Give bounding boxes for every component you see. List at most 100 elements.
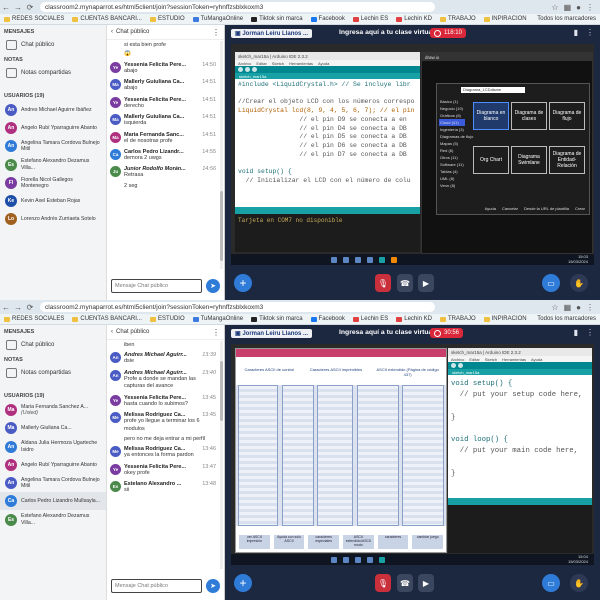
send-button[interactable]: ➤ [206, 579, 220, 593]
from-url-button[interactable]: Desde la URL de plantilla [524, 206, 569, 211]
ascii-link[interactable]: ASCII extendido/ASCII modo [343, 535, 374, 549]
user-item[interactable]: Ca Carlos Pedro Lizandro Mullsayla... [0, 492, 106, 511]
forward-icon[interactable]: → [12, 303, 24, 312]
back-icon[interactable]: ← [0, 303, 12, 312]
bookmark[interactable]: Facebook [310, 16, 345, 22]
menu-icon[interactable]: ⋮ [586, 3, 594, 12]
category-item[interactable]: Gráficos (8) [439, 112, 465, 119]
star-icon[interactable]: ☆ [551, 303, 558, 312]
bookmark[interactable]: Lechin ES [352, 16, 388, 22]
url-field[interactable]: classroom2.mynaparrot.es/html5client/joi… [40, 2, 435, 12]
connection-icon[interactable]: ▮ [574, 28, 578, 37]
public-chat-item[interactable]: Chat público [0, 37, 106, 53]
user-item[interactable]: Ke Kevin Axel Esteban Rojas [0, 192, 106, 210]
user-item[interactable]: Es Estefano Alexandro Dezamus Villa... [0, 510, 106, 528]
file-name-input[interactable]: Diagrama_LCDdisme [461, 87, 525, 93]
bookmark[interactable]: INPIRACION [483, 16, 527, 22]
user-item[interactable]: An Angelo Rubí Yparraguirre Abanto [0, 119, 106, 137]
category-item[interactable]: UML (8) [439, 175, 465, 182]
reload-icon[interactable]: ⟳ [24, 3, 36, 12]
ascii-link[interactable]: Ayuda con solo ASCII [273, 535, 305, 549]
bookmark[interactable]: ESTUDIO [149, 316, 185, 322]
camera-button[interactable]: ▶ [418, 274, 434, 292]
template-class[interactable]: Diagrama de clases [511, 102, 547, 130]
user-item[interactable]: An Andres Michael Aguirre Ibáñez [0, 101, 106, 119]
category-item[interactable]: Otros (11) [439, 154, 465, 161]
category-item[interactable]: Tablas (4) [439, 168, 465, 175]
bookmark[interactable]: Tiktok sin marca [251, 316, 303, 322]
bookmark[interactable]: Lechin KD [396, 16, 432, 22]
camera-button[interactable]: ▶ [418, 574, 434, 592]
bookmark[interactable]: TuMangaOnline [192, 316, 243, 322]
user-item[interactable]: Fl Fiorella Nicol Gallegos Montenegro [0, 174, 106, 192]
forward-icon[interactable]: → [12, 3, 24, 12]
cancel-button[interactable]: Cancelar [502, 206, 518, 211]
user-item[interactable]: Lo Lorenzo Andrés Zurriaeta Sotelo [0, 210, 106, 228]
recording-indicator[interactable]: 30:56 [430, 328, 464, 338]
bookmark[interactable]: REDES SOCIALES [4, 16, 64, 22]
shared-notes-item[interactable]: Notas compartidas [0, 65, 106, 81]
presentation-button[interactable]: ▭ [542, 274, 560, 292]
bookmark[interactable]: REDES SOCIALES [4, 316, 64, 322]
category-item[interactable]: Mapas (5) [439, 140, 465, 147]
send-button[interactable]: ➤ [206, 279, 220, 293]
chat-input[interactable]: Mensaje Chat público [111, 279, 202, 293]
presentation-button[interactable]: ▭ [542, 574, 560, 592]
user-item[interactable]: Ma Maria Fernanda Sanchez A... (Usted) [0, 401, 106, 419]
bookmark[interactable]: Tiktok sin marca [251, 16, 303, 22]
extensions-icon[interactable]: ▦ [564, 303, 572, 312]
mute-button[interactable]: 🎙 [375, 274, 391, 292]
template-er[interactable]: Diagrama de Entidad-Relación [549, 146, 585, 174]
hide-chat-icon[interactable]: ‹ [111, 329, 113, 335]
bookmark[interactable]: CUENTAS BANCARI... [72, 16, 142, 22]
options-icon[interactable]: ⋮ [586, 328, 594, 337]
profile-icon[interactable]: ● [576, 3, 581, 12]
create-button[interactable]: Crear [575, 206, 585, 211]
user-item[interactable]: Es Estefano Alexandro Dezamus Villa... [0, 155, 106, 173]
bookmark[interactable]: ESTUDIO [149, 16, 185, 22]
category-item[interactable]: Red (6) [439, 147, 465, 154]
template-flow[interactable]: Diagrama de flujo [549, 102, 585, 130]
ascii-link[interactable]: cambiar juego [412, 535, 444, 549]
connection-icon[interactable]: ▮ [574, 328, 578, 337]
user-item[interactable]: Ma Mallerly Giuliana Ca... [0, 419, 106, 437]
extensions-icon[interactable]: ▦ [564, 3, 572, 12]
chat-scrollbar[interactable] [220, 341, 223, 569]
scroll-thumb[interactable] [220, 361, 223, 421]
back-icon[interactable]: ← [0, 3, 12, 12]
bookmark[interactable]: Lechin KD [396, 316, 432, 322]
actions-button[interactable]: + [234, 274, 252, 292]
user-item[interactable]: An Aldana Julia Hermoza Ugarteche Isidro [0, 437, 106, 455]
user-item[interactable]: An Angelina Tamara Cordova Bulnejo Mitil [0, 474, 106, 492]
ascii-link[interactable]: ver ASCII impresión [239, 535, 270, 549]
actions-button[interactable]: + [234, 574, 252, 592]
shared-notes-item[interactable]: Notas compartidas [0, 365, 106, 381]
reload-icon[interactable]: ⟳ [24, 303, 36, 312]
category-item[interactable]: Negocio (19) [439, 105, 465, 112]
more-options-icon[interactable]: ⋮ [212, 328, 220, 337]
bookmark[interactable]: CUENTAS BANCARI... [72, 316, 142, 322]
recording-indicator[interactable]: 118:10 [430, 28, 466, 38]
all-bookmarks[interactable]: Todos los marcadores [537, 16, 600, 22]
category-item[interactable]: Ingeniería (3) [439, 126, 465, 133]
more-options-icon[interactable]: ⋮ [212, 28, 220, 37]
mute-button[interactable]: 🎙 [375, 574, 391, 592]
options-icon[interactable]: ⋮ [586, 28, 594, 37]
bookmark[interactable]: INPIRACION [483, 316, 527, 322]
leave-audio-button[interactable]: ☎ [397, 574, 413, 592]
bookmark[interactable]: TuMangaOnline [192, 16, 243, 22]
raise-hand-button[interactable]: ✋ [570, 274, 588, 292]
ascii-link[interactable]: caracteres especiales [308, 535, 340, 549]
category-item[interactable]: Diagramas de flujo [439, 133, 473, 140]
template-blank[interactable]: Diagrama en blanco [473, 102, 509, 130]
scroll-thumb[interactable] [220, 191, 223, 261]
profile-icon[interactable]: ● [576, 303, 581, 312]
chat-input[interactable]: Mensaje Chat público [111, 579, 202, 593]
ascii-link[interactable]: caracteres [377, 535, 409, 549]
all-bookmarks[interactable]: Todos los marcadores [537, 316, 600, 322]
hide-chat-icon[interactable]: ‹ [111, 29, 113, 35]
category-item[interactable]: Software (11) [439, 161, 465, 168]
star-icon[interactable]: ☆ [551, 3, 558, 12]
bookmark[interactable]: Facebook [310, 316, 345, 322]
bookmark[interactable]: TRABAJO [439, 16, 476, 22]
